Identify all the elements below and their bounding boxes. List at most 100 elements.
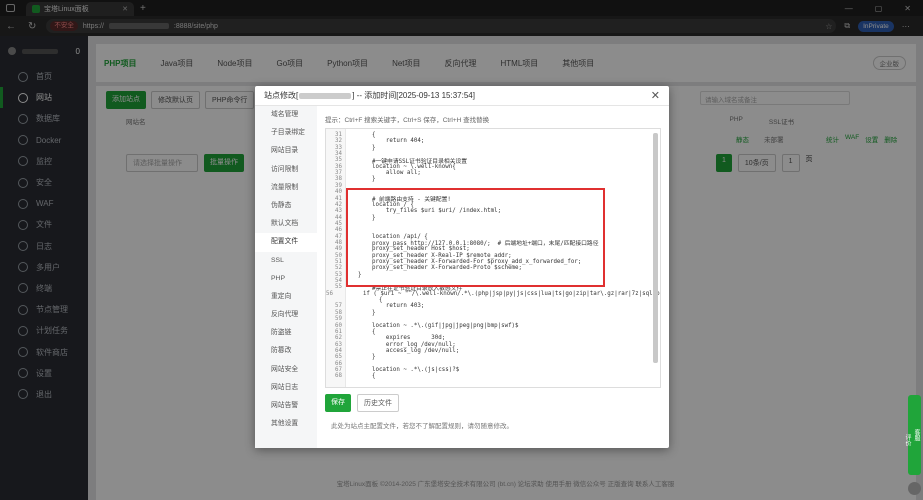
code-line: 58 }: [326, 310, 660, 316]
line-number: 40: [335, 189, 342, 196]
code-line: 66: [326, 361, 660, 367]
modal-menu-item[interactable]: SSL: [255, 252, 317, 270]
line-number: 52: [335, 265, 342, 272]
modal-menu-item[interactable]: 默认文档: [255, 215, 317, 233]
line-number: 63: [335, 341, 342, 348]
line-number: 50: [335, 252, 342, 259]
line-text: {: [358, 132, 376, 139]
line-number: 44: [335, 214, 342, 221]
code-line: 65 }: [326, 354, 660, 360]
line-number: 46: [335, 227, 342, 234]
line-number: 51: [335, 259, 342, 266]
modal-menu-item[interactable]: 流量限制: [255, 179, 317, 197]
avatar[interactable]: [908, 482, 921, 495]
modal-menu-item[interactable]: 防盗链: [255, 324, 317, 342]
code-line: 33 }: [326, 145, 660, 151]
modal-menu-item[interactable]: 反向代理: [255, 306, 317, 324]
line-number: 61: [335, 328, 342, 335]
modal-menu: 域名管理 子目录绑定 网站目录 访问限制 流量限制 伪静态 默认文档 配置文件 SSL PHP 重定…: [255, 106, 317, 448]
code-line: 61 {: [326, 329, 660, 335]
float-service-tab[interactable]: 客服 评价: [904, 395, 921, 475]
code-line: 68 {: [326, 373, 660, 379]
float-review-label: 评价: [904, 434, 910, 446]
line-text: }: [358, 309, 376, 316]
line-number: 36: [335, 163, 342, 170]
modal-menu-item[interactable]: 访问限制: [255, 161, 317, 179]
code-line: {: [326, 297, 660, 303]
line-number: 58: [335, 309, 342, 316]
line-number: 59: [335, 316, 342, 323]
line-text: }: [358, 144, 376, 151]
highlight-box: [346, 188, 605, 287]
line-text: allow all;: [358, 170, 421, 177]
code-line: 31 {: [326, 132, 660, 138]
modal-menu-item[interactable]: 防篡改: [255, 342, 317, 360]
line-number: 43: [335, 208, 342, 215]
code-line: 64 access_log /dev/null;: [326, 348, 660, 354]
line-number: 66: [335, 360, 342, 367]
line-number: 53: [335, 271, 342, 278]
modal-menu-item[interactable]: 网站安全: [255, 361, 317, 379]
line-text: if ( $uri ~ "^/\.well-known/.*\.(php|jsp…: [348, 290, 661, 297]
code-line: 57 return 403;: [326, 303, 660, 309]
modal-header: 站点修改[ ] -- 添加时间[2025-09-13 15:37:54] ✕: [255, 86, 669, 106]
modal-menu-item[interactable]: 伪静态: [255, 197, 317, 215]
line-number: 33: [335, 144, 342, 151]
code-line: 63 error_log /dev/null;: [326, 342, 660, 348]
modal-title-prefix: 站点修改[: [264, 91, 299, 100]
line-number: 65: [335, 354, 342, 361]
line-text: }: [358, 176, 376, 183]
modal-close-icon[interactable]: ✕: [651, 89, 660, 102]
line-number: 56: [326, 290, 333, 297]
line-number: 48: [335, 239, 342, 246]
line-text: access_log /dev/null;: [358, 347, 460, 354]
line-text: location ~ \.well-known{: [358, 163, 456, 170]
line-number: 38: [335, 176, 342, 183]
modal-menu-item[interactable]: 域名管理: [255, 106, 317, 124]
line-number: 54: [335, 278, 342, 285]
line-number: 67: [335, 366, 342, 373]
modal-menu-item[interactable]: 其他设置: [255, 415, 317, 433]
line-number: 68: [335, 373, 342, 380]
code-line: 35 #一键申请SSL证书验证目录相关设置: [326, 157, 660, 165]
line-number: 57: [335, 303, 342, 310]
redacted-domain: [299, 92, 352, 99]
modal-menu-item[interactable]: PHP: [255, 270, 317, 288]
code-line: 60 location ~ .*\.(gif|jpg|jpeg|png|bmp|…: [326, 323, 660, 329]
code-line: 36 location ~ \.well-known{: [326, 164, 660, 170]
line-number: 49: [335, 246, 342, 253]
modal-menu-item[interactable]: 重定向: [255, 288, 317, 306]
modal-menu-item[interactable]: 网站日志: [255, 379, 317, 397]
line-number: 32: [335, 138, 342, 145]
code-line: 56 if ( $uri ~ "^/\.well-known/.*\.(php|…: [326, 291, 660, 297]
line-text: }: [358, 354, 376, 361]
line-number: 34: [335, 151, 342, 158]
line-number: 41: [335, 195, 342, 202]
config-editor[interactable]: 31 {32 return 404; 33 } 34 35 #一键申请SSL证书验证目…: [325, 128, 661, 388]
history-file-button[interactable]: 历史文件: [357, 394, 399, 412]
line-number: 45: [335, 220, 342, 227]
modal-menu-item[interactable]: 子目录绑定: [255, 124, 317, 142]
editor-tip: 提示：Ctrl+F 搜索关键字，Ctrl+S 保存，Ctrl+H 查找替换: [325, 117, 490, 124]
code-line: 38 }: [326, 176, 660, 182]
code-line: 32 return 404;: [326, 138, 660, 144]
line-number: 62: [335, 335, 342, 342]
float-service-label: 客服: [913, 429, 919, 441]
modal-menu-item[interactable]: 网站告警: [255, 397, 317, 415]
line-text: location ~ .*\.(js|css)?$: [358, 366, 460, 373]
editor-scrollbar[interactable]: [653, 133, 658, 363]
line-number: 39: [335, 182, 342, 189]
line-number: 35: [335, 157, 342, 164]
code-line: 62 expires 30d;: [326, 335, 660, 341]
modal-menu-item[interactable]: 配置文件: [255, 233, 317, 252]
line-text: return 404;: [358, 138, 425, 145]
line-number: 37: [335, 170, 342, 177]
code-line: 59: [326, 316, 660, 322]
line-number: 55: [335, 284, 342, 291]
modal-menu-item[interactable]: 网站目录: [255, 142, 317, 160]
line-number: 42: [335, 201, 342, 208]
line-text: {: [358, 328, 376, 335]
save-button[interactable]: 保存: [325, 394, 351, 412]
line-number: 64: [335, 347, 342, 354]
modal-title-suffix: ] -- 添加时间[2025-09-13 15:37:54]: [352, 91, 475, 100]
